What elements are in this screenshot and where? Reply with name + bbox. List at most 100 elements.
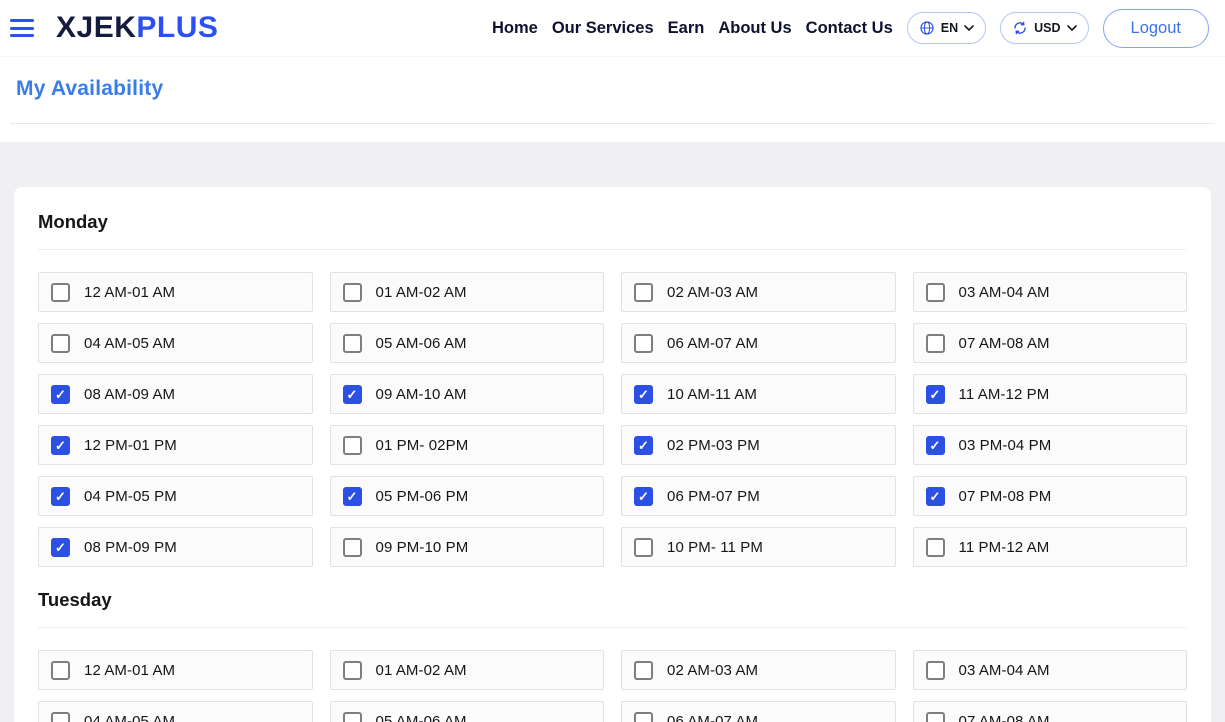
timeslot[interactable]: 10 PM- 11 PM: [621, 527, 896, 567]
timeslot-checkbox[interactable]: ✓: [634, 385, 653, 404]
nav-link-home[interactable]: Home: [492, 15, 538, 42]
timeslot-checkbox[interactable]: [926, 712, 945, 722]
timeslot-checkbox[interactable]: ✓: [343, 385, 362, 404]
timeslot[interactable]: 05 AM-06 AM: [330, 323, 605, 363]
timeslot-label: 03 AM-04 AM: [959, 662, 1050, 679]
timeslot-checkbox[interactable]: [51, 712, 70, 722]
timeslot-checkbox[interactable]: ✓: [343, 487, 362, 506]
timeslot[interactable]: 03 AM-04 AM: [913, 650, 1188, 690]
timeslot[interactable]: 03 AM-04 AM: [913, 272, 1188, 312]
timeslot-label: 09 AM-10 AM: [376, 386, 467, 403]
timeslot-checkbox[interactable]: [343, 334, 362, 353]
timeslot[interactable]: 11 PM-12 AM: [913, 527, 1188, 567]
timeslot-checkbox[interactable]: ✓: [51, 436, 70, 455]
timeslot[interactable]: 05 AM-06 AM: [330, 701, 605, 722]
nav-link-about-us[interactable]: About Us: [718, 15, 791, 42]
timeslot-label: 02 PM-03 PM: [667, 437, 760, 454]
timeslot-checkbox[interactable]: [634, 661, 653, 680]
timeslot[interactable]: ✓06 PM-07 PM: [621, 476, 896, 516]
timeslot-checkbox[interactable]: [51, 283, 70, 302]
logo-accent: PLUS: [136, 11, 218, 44]
timeslot-label: 04 AM-05 AM: [84, 335, 175, 352]
timeslot-label: 07 AM-08 AM: [959, 713, 1050, 722]
timeslot[interactable]: ✓ 02 PM-03 PM: [621, 425, 896, 465]
timeslot[interactable]: ✓04 PM-05 PM: [38, 476, 313, 516]
timeslot-checkbox[interactable]: ✓: [926, 385, 945, 404]
timeslot-checkbox[interactable]: [343, 283, 362, 302]
timeslot-checkbox[interactable]: ✓: [634, 436, 653, 455]
timeslot-label: 04 AM-05 AM: [84, 713, 175, 722]
timeslot[interactable]: ✓05 PM-06 PM: [330, 476, 605, 516]
nav-links: Home Our Services Earn About Us Contact Us: [492, 15, 893, 42]
logout-button[interactable]: Logout: [1103, 9, 1209, 48]
timeslot-label: 10 PM- 11 PM: [667, 539, 763, 556]
chevron-down-icon: [1067, 25, 1077, 31]
timeslot[interactable]: 01 PM- 02PM: [330, 425, 605, 465]
nav-link-contact-us[interactable]: Contact Us: [806, 15, 893, 42]
timeslot-label: 12 PM-01 PM: [84, 437, 177, 454]
logo[interactable]: XJEKPLUS: [56, 13, 218, 43]
navbar: XJEKPLUS Home Our Services Earn About Us Con…: [0, 0, 1225, 56]
timeslot-checkbox[interactable]: [634, 538, 653, 557]
language-selector[interactable]: EN: [907, 12, 986, 44]
timeslot[interactable]: 12 AM-01 AM: [38, 272, 313, 312]
timeslot-checkbox[interactable]: [343, 538, 362, 557]
timeslot-checkbox[interactable]: ✓: [926, 436, 945, 455]
timeslot[interactable]: ✓ 10 AM-11 AM: [621, 374, 896, 414]
timeslot-checkbox[interactable]: [634, 334, 653, 353]
timeslot-label: 12 AM-01 AM: [84, 284, 175, 301]
timeslot-checkbox[interactable]: ✓: [51, 487, 70, 506]
timeslot-label: 10 AM-11 AM: [667, 386, 757, 403]
timeslot-checkbox[interactable]: [634, 283, 653, 302]
timeslot-label: 05 AM-06 AM: [376, 713, 467, 722]
timeslot[interactable]: ✓03 PM-04 PM: [913, 425, 1188, 465]
currency-label: USD: [1034, 21, 1060, 35]
timeslot-label: 07 PM-08 PM: [959, 488, 1052, 505]
timeslot-checkbox[interactable]: [926, 334, 945, 353]
currency-selector[interactable]: USD: [1000, 12, 1088, 44]
nav-link-earn[interactable]: Earn: [668, 15, 705, 42]
timeslot[interactable]: 07 AM-08 AM: [913, 323, 1188, 363]
timeslot[interactable]: 01 AM-02 AM: [330, 650, 605, 690]
day-heading: Monday: [38, 201, 1187, 233]
timeslot[interactable]: 09 PM-10 PM: [330, 527, 605, 567]
timeslot-checkbox[interactable]: [634, 712, 653, 722]
timeslot-label: 05 AM-06 AM: [376, 335, 467, 352]
timeslot[interactable]: 06 AM-07 AM: [621, 323, 896, 363]
timeslot-checkbox[interactable]: [343, 436, 362, 455]
timeslot-checkbox[interactable]: [51, 334, 70, 353]
timeslot[interactable]: 06 AM-07 AM: [621, 701, 896, 722]
timeslot-checkbox[interactable]: ✓: [634, 487, 653, 506]
timeslot-checkbox[interactable]: [926, 538, 945, 557]
timeslot-grid: 12 AM-01 AM 01 AM-02 AM 02 AM-03 AM 03 AM-0…: [38, 272, 1187, 567]
timeslot-checkbox[interactable]: ✓: [51, 385, 70, 404]
timeslot[interactable]: 04 AM-05 AM: [38, 701, 313, 722]
timeslot-checkbox[interactable]: [343, 661, 362, 680]
hamburger-menu-icon[interactable]: [10, 19, 34, 37]
timeslot[interactable]: ✓08 AM-09 AM: [38, 374, 313, 414]
timeslot[interactable]: ✓ 07 PM-08 PM: [913, 476, 1188, 516]
timeslot-label: 07 AM-08 AM: [959, 335, 1050, 352]
timeslot[interactable]: 07 AM-08 AM: [913, 701, 1188, 722]
timeslot-label: 12 AM-01 AM: [84, 662, 175, 679]
timeslot-checkbox[interactable]: [926, 661, 945, 680]
day-section: Monday 12 AM-01 AM 01 AM-02 AM 02 AM-03 AM 0…: [38, 201, 1187, 567]
chevron-down-icon: [964, 25, 974, 31]
timeslot[interactable]: 01 AM-02 AM: [330, 272, 605, 312]
timeslot[interactable]: ✓08 PM-09 PM: [38, 527, 313, 567]
globe-icon: [919, 20, 935, 36]
timeslot[interactable]: ✓ 09 AM-10 AM: [330, 374, 605, 414]
timeslot-checkbox[interactable]: [926, 283, 945, 302]
timeslot[interactable]: ✓ 12 PM-01 PM: [38, 425, 313, 465]
timeslot[interactable]: 12 AM-01 AM: [38, 650, 313, 690]
timeslot-checkbox[interactable]: ✓: [926, 487, 945, 506]
timeslot[interactable]: 04 AM-05 AM: [38, 323, 313, 363]
nav-link-our-services[interactable]: Our Services: [552, 15, 654, 42]
timeslot-label: 06 AM-07 AM: [667, 335, 758, 352]
timeslot[interactable]: 02 AM-03 AM: [621, 650, 896, 690]
timeslot[interactable]: 02 AM-03 AM: [621, 272, 896, 312]
timeslot-checkbox[interactable]: [51, 661, 70, 680]
timeslot-checkbox[interactable]: [343, 712, 362, 722]
timeslot[interactable]: ✓11 AM-12 PM: [913, 374, 1188, 414]
timeslot-checkbox[interactable]: ✓: [51, 538, 70, 557]
